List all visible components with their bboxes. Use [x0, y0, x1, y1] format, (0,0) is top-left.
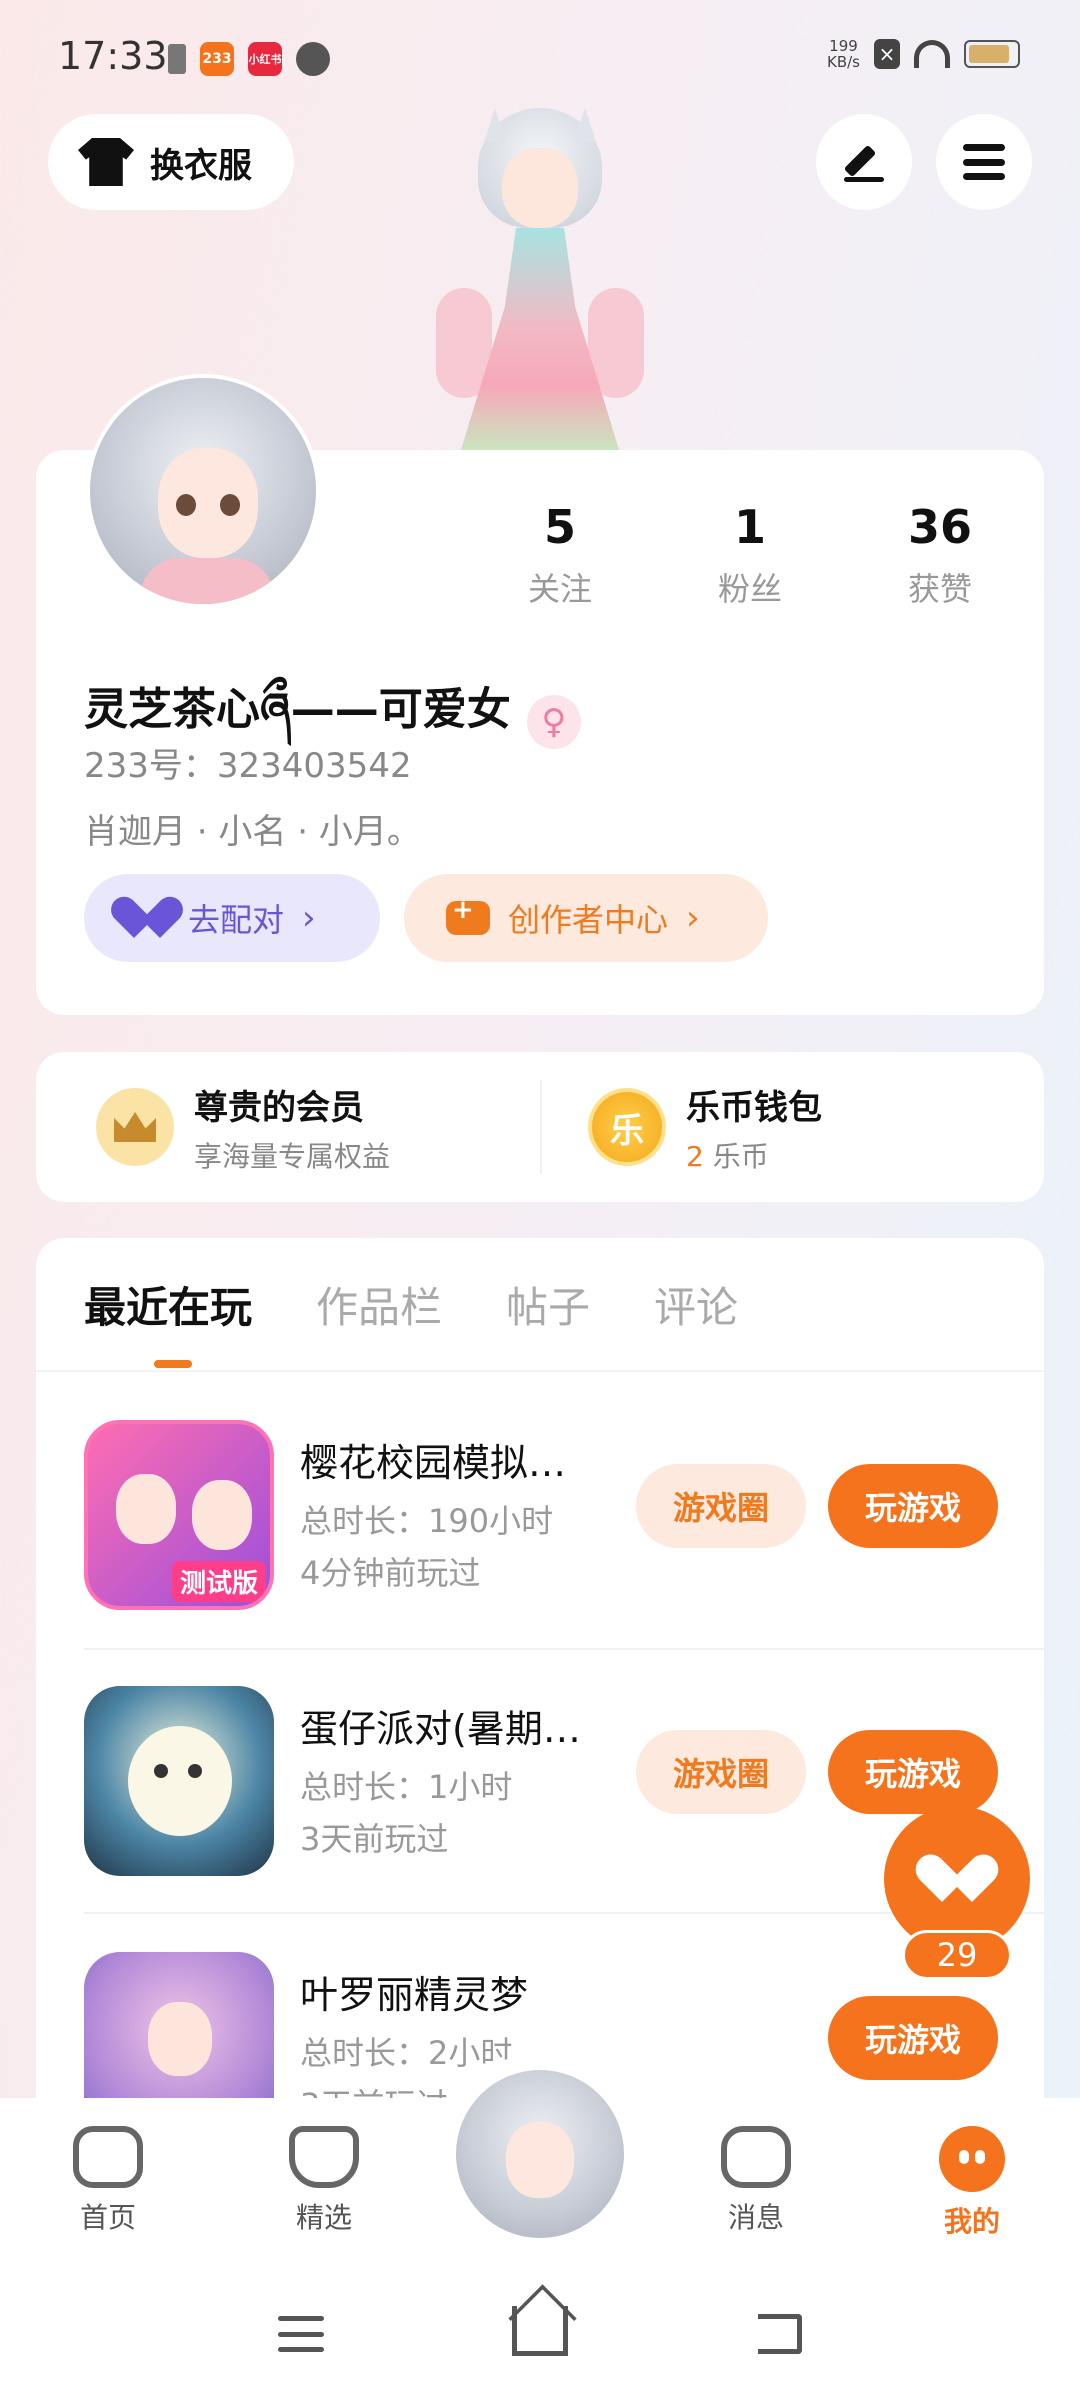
crown-icon	[96, 1088, 174, 1166]
pen-icon	[844, 142, 884, 182]
user-bio: 肖迦月 · 小名 · 小月。	[84, 812, 421, 852]
membership-card: 尊贵的会员 享海量专属权益 乐 乐币钱包 2 乐币	[36, 1052, 1044, 1202]
battery-icon	[964, 40, 1020, 68]
heart-icon	[124, 898, 170, 938]
menu-button[interactable]	[936, 114, 1032, 210]
avatar-figure[interactable]	[420, 108, 660, 453]
game-circle-button[interactable]: 游戏圈	[636, 1730, 806, 1814]
vip-subtitle: 享海量专属权益	[194, 1139, 391, 1173]
network-speed-unit: KB/s	[827, 53, 860, 71]
chevron-right-icon: ›	[686, 898, 700, 938]
creator-center-button[interactable]: 创作者中心 ›	[404, 874, 768, 962]
game-name: 蛋仔派对(暑期…	[300, 1707, 581, 1751]
profile-stats: 5 关注 1 粉丝 36 获赞	[470, 500, 1040, 610]
no-sim-icon: ×	[874, 39, 900, 69]
coin-icon: 乐	[588, 1088, 666, 1166]
nav-featured-label: 精选	[295, 2201, 352, 2234]
nav-featured[interactable]: 精选	[254, 2126, 394, 2236]
user-id[interactable]: 233号：323403542	[84, 738, 412, 787]
game-name: 樱花校园模拟…	[300, 1441, 567, 1485]
diamond-heart-icon	[289, 2126, 359, 2188]
stat-label: 关注	[527, 570, 592, 608]
divider	[540, 1080, 542, 1174]
hamburger-menu-icon	[963, 144, 1005, 180]
vip-membership-entry[interactable]: 尊贵的会员 享海量专属权益	[96, 1052, 390, 1202]
status-notification-icons: 233 小红书	[168, 42, 330, 76]
app-link-icon	[296, 42, 330, 76]
match-label: 去配对	[188, 901, 285, 939]
recent-apps-icon[interactable]	[278, 2316, 324, 2352]
chevron-right-icon: ›	[302, 898, 316, 938]
tab-recently-played[interactable]: 最近在玩	[84, 1274, 252, 1335]
wallet-entry[interactable]: 乐 乐币钱包 2 乐币	[588, 1052, 822, 1202]
tab-indicator	[154, 1360, 192, 1368]
heart-icon	[931, 1856, 983, 1902]
app-xiaohongshu-icon: 小红书	[248, 42, 282, 76]
nav-me-label: 我的	[943, 2205, 1000, 2238]
change-outfit-label: 换衣服	[150, 145, 252, 186]
stat-label: 获赞	[907, 570, 972, 608]
content-tabs: 最近在玩 作品栏 帖子 评论	[84, 1274, 738, 1335]
tab-works[interactable]: 作品栏	[316, 1274, 442, 1335]
profile-avatar[interactable]	[86, 374, 320, 608]
wallet-amount: 2	[686, 1139, 704, 1173]
app-233-icon: 233	[200, 42, 234, 76]
gamepad-icon	[73, 2126, 143, 2188]
game-duration: 总时长：2小时	[300, 2034, 513, 2072]
test-version-badge: 测试版	[171, 1561, 266, 1602]
status-right-icons: 199 KB/s ×	[827, 38, 1020, 70]
game-icon[interactable]	[84, 1686, 274, 1876]
like-count-badge: 29	[902, 1930, 1012, 1980]
stat-followers[interactable]: 1 粉丝	[650, 500, 850, 610]
gamepad-plus-icon	[446, 895, 490, 935]
game-last-played: 4分钟前玩过	[300, 1554, 481, 1592]
home-icon[interactable]	[512, 2306, 568, 2356]
sim-icon	[168, 44, 186, 74]
game-last-played: 3天前玩过	[300, 1820, 449, 1858]
wifi-icon	[914, 40, 950, 68]
match-button[interactable]: 去配对 ›	[84, 874, 380, 962]
game-row[interactable]: 测试版 樱花校园模拟… 总时长：190小时 4分钟前玩过 游戏圈 玩游戏	[36, 1372, 1044, 1638]
nav-messages-label: 消息	[727, 2201, 784, 2234]
play-game-button[interactable]: 玩游戏	[828, 1730, 998, 1814]
wallet-unit: 乐币	[712, 1139, 769, 1173]
network-speed: 199 KB/s	[827, 38, 860, 70]
game-circle-button[interactable]: 游戏圈	[636, 1464, 806, 1548]
tab-comments[interactable]: 评论	[654, 1274, 738, 1335]
nav-me[interactable]: 我的	[902, 2126, 1042, 2240]
stat-label: 粉丝	[717, 570, 782, 608]
stat-value: 5	[543, 500, 576, 554]
game-icon[interactable]: 测试版	[84, 1420, 274, 1610]
game-name: 叶罗丽精灵梦	[300, 1973, 529, 2017]
chat-icon	[721, 2126, 791, 2188]
game-duration: 总时长：1小时	[300, 1768, 513, 1806]
nav-home[interactable]: 首页	[38, 2126, 178, 2236]
stat-value: 1	[733, 500, 766, 554]
nav-home-label: 首页	[79, 2201, 136, 2234]
stat-likes[interactable]: 36 获赞	[840, 500, 1040, 610]
nav-avatar-button[interactable]	[456, 2070, 624, 2238]
status-bar: 17:33 233 小红书 199 KB/s ×	[0, 0, 1080, 116]
play-game-button[interactable]: 玩游戏	[828, 1464, 998, 1548]
creator-center-label: 创作者中心	[508, 901, 669, 939]
vip-title: 尊贵的会员	[194, 1087, 364, 1128]
stat-value: 36	[907, 500, 972, 554]
change-outfit-button[interactable]: 换衣服	[48, 114, 294, 210]
me-icon	[939, 2126, 1005, 2192]
stat-following[interactable]: 5 关注	[460, 500, 660, 610]
play-game-button[interactable]: 玩游戏	[828, 1996, 998, 2080]
edit-profile-button[interactable]	[816, 114, 912, 210]
status-time: 17:33	[58, 34, 168, 78]
nav-messages[interactable]: 消息	[686, 2126, 826, 2236]
game-duration: 总时长：190小时	[300, 1502, 554, 1540]
shirt-icon	[78, 138, 134, 186]
network-speed-value: 199	[829, 37, 858, 55]
back-icon[interactable]	[758, 2314, 802, 2354]
tab-posts[interactable]: 帖子	[506, 1274, 590, 1335]
system-navigation-bar	[0, 2266, 1080, 2400]
female-gender-icon: ♀	[526, 695, 581, 749]
wallet-title: 乐币钱包	[686, 1087, 822, 1128]
wallet-balance: 2 乐币	[686, 1135, 822, 1175]
